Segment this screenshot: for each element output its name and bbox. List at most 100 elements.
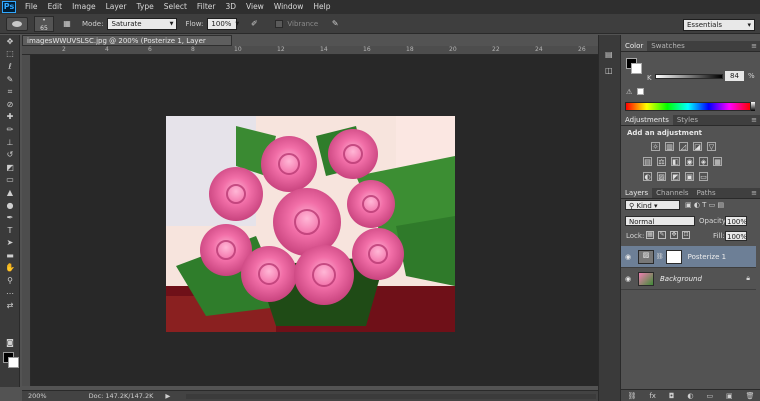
layer-row-background[interactable]: ◉ Background 🔒︎ [621, 268, 756, 290]
horizontal-scrollbar[interactable] [186, 394, 596, 399]
rectangle-tool-icon[interactable]: ▬ [0, 249, 20, 262]
pen-tool-icon[interactable]: ✒ [0, 211, 20, 224]
threshold-icon[interactable]: ◩ [671, 172, 680, 181]
menu-view[interactable]: View [241, 0, 269, 14]
menu-image[interactable]: Image [67, 0, 101, 14]
hue-saturation-icon[interactable]: ▤ [643, 157, 652, 166]
history-brush-tool-icon[interactable]: ↺ [0, 148, 20, 161]
brightness-contrast-icon[interactable]: ☼ [651, 142, 660, 151]
document-tab[interactable]: imagesWWUVSLSC.jpg @ 200% (Posterize 1, … [22, 35, 232, 55]
web-safe-swatch[interactable] [637, 88, 644, 95]
crop-tool-icon[interactable]: ⌗ [0, 85, 20, 98]
vibrance-icon[interactable]: ▽ [707, 142, 716, 151]
flow-field[interactable]: 100% ▼ [207, 17, 239, 30]
pressure-icon[interactable]: ✎ [328, 17, 342, 31]
panel-menu-icon[interactable]: ≡ [751, 188, 757, 199]
new-layer-icon[interactable]: ▣ [726, 392, 733, 400]
color-lookup-icon[interactable]: ▦ [713, 157, 722, 166]
lock-all-icon[interactable]: ⊡ [682, 231, 690, 239]
menu-3d[interactable]: 3D [220, 0, 241, 14]
photo-filter-icon[interactable]: ◉ [685, 157, 694, 166]
posterize-icon[interactable]: ▨ [657, 172, 666, 181]
add-mask-icon[interactable]: ◘ [669, 392, 675, 400]
eraser-tool-icon[interactable]: ◩ [0, 161, 20, 174]
tool-preset-picker[interactable] [6, 16, 28, 31]
new-adjustment-icon[interactable]: ◐ [687, 392, 693, 400]
opacity-field[interactable]: 100% [725, 216, 747, 226]
layer-filter-kind[interactable]: ⚲ Kind ▾ [625, 200, 680, 210]
tab-paths[interactable]: Paths [693, 188, 720, 198]
grayscale-ramp[interactable] [751, 102, 755, 111]
menu-type[interactable]: Type [132, 0, 159, 14]
layer-row-posterize[interactable]: ◉ ▨ ⛓ Posterize 1 [621, 246, 756, 268]
more-tools-icon[interactable]: ⋯ [0, 287, 20, 300]
menu-window[interactable]: Window [269, 0, 309, 14]
menu-edit[interactable]: Edit [43, 0, 68, 14]
zoom-tool-icon[interactable]: ⚲ [0, 274, 20, 287]
clone-stamp-tool-icon[interactable]: ⊥ [0, 136, 20, 149]
tab-color[interactable]: Color [621, 41, 648, 51]
fill-field[interactable]: 100% [725, 231, 747, 241]
gradient-map-icon[interactable]: ▭ [699, 172, 708, 181]
path-select-tool-icon[interactable]: ➤ [0, 237, 20, 250]
status-arrow-icon[interactable]: ▶ [159, 391, 176, 401]
invert-icon[interactable]: ◐ [643, 172, 652, 181]
color-balance-icon[interactable]: ⚖ [657, 157, 666, 166]
color-spectrum-bar[interactable] [625, 102, 751, 111]
eyedropper-tool-icon[interactable]: ⊘ [0, 98, 20, 111]
lock-transparent-icon[interactable]: ▦ [646, 231, 654, 239]
move-tool-icon[interactable]: ✥ [0, 35, 20, 48]
k-slider[interactable] [655, 74, 723, 79]
layer-mask-thumbnail[interactable] [665, 249, 682, 264]
eye-icon[interactable]: ◉ [621, 275, 635, 283]
selective-color-icon[interactable]: ▣ [685, 172, 694, 181]
layer-filter-icons[interactable]: ▣ ◐ T ▭ ▤ [685, 201, 724, 209]
zoom-level[interactable]: 200% [22, 391, 53, 401]
trash-icon[interactable]: 🗑︎ [746, 392, 755, 400]
mode-select[interactable]: Saturate ▼ [107, 17, 178, 30]
exposure-icon[interactable]: ◪ [693, 142, 702, 151]
workspace-select[interactable]: Essentials ▾ [683, 19, 755, 31]
rose-bouquet-image[interactable] [166, 116, 455, 332]
blur-tool-icon[interactable]: ▲ [0, 186, 20, 199]
channel-mixer-icon[interactable]: ◈ [699, 157, 708, 166]
new-group-icon[interactable]: ▭ [706, 392, 713, 400]
tab-channels[interactable]: Channels [652, 188, 692, 198]
levels-icon[interactable]: ▥ [665, 142, 674, 151]
background-color-swatch[interactable] [631, 63, 642, 74]
layer-style-icon[interactable]: fx [649, 392, 656, 400]
eye-icon[interactable]: ◉ [621, 253, 635, 261]
lock-image-icon[interactable]: ✎ [658, 231, 666, 239]
menu-help[interactable]: Help [308, 0, 335, 14]
background-color-swatch[interactable] [8, 357, 19, 368]
hand-tool-icon[interactable]: ✋ [0, 262, 20, 275]
tab-adjustments[interactable]: Adjustments [621, 115, 673, 125]
blend-mode-select[interactable]: Normal [625, 216, 695, 226]
brush-panel-icon[interactable]: ▦ [60, 17, 74, 31]
lock-position-icon[interactable]: ✥ [670, 231, 678, 239]
quick-select-tool-icon[interactable]: ✎ [0, 73, 20, 86]
properties-icon[interactable]: ◫ [605, 66, 620, 75]
brush-size-picker[interactable]: • 65 [34, 15, 54, 32]
marquee-tool-icon[interactable]: ⬚ [0, 48, 20, 61]
swap-colors-icon[interactable]: ⇄ [0, 299, 20, 312]
menu-filter[interactable]: Filter [192, 0, 221, 14]
sponge-tool-icon[interactable]: ● [0, 199, 20, 212]
lasso-tool-icon[interactable]: ℓ [0, 60, 20, 73]
black-white-icon[interactable]: ◧ [671, 157, 680, 166]
menu-layer[interactable]: Layer [101, 0, 132, 14]
tab-styles[interactable]: Styles [673, 115, 702, 125]
gradient-tool-icon[interactable]: ▭ [0, 174, 20, 187]
panel-menu-icon[interactable]: ≡ [751, 115, 757, 126]
k-value-field[interactable]: 84 [725, 71, 744, 81]
brush-tool-icon[interactable]: ✏ [0, 123, 20, 136]
curves-icon[interactable]: ◿ [679, 142, 688, 151]
link-layers-icon[interactable]: ⛓ [627, 392, 636, 400]
tab-swatches[interactable]: Swatches [647, 41, 688, 51]
healing-brush-tool-icon[interactable]: ✚ [0, 111, 20, 124]
airbrush-icon[interactable]: ✐ [247, 17, 261, 31]
menu-select[interactable]: Select [159, 0, 192, 14]
history-icon[interactable]: ▤ [605, 50, 620, 59]
tab-layers[interactable]: Layers [621, 188, 653, 198]
panel-menu-icon[interactable]: ≡ [751, 41, 757, 52]
